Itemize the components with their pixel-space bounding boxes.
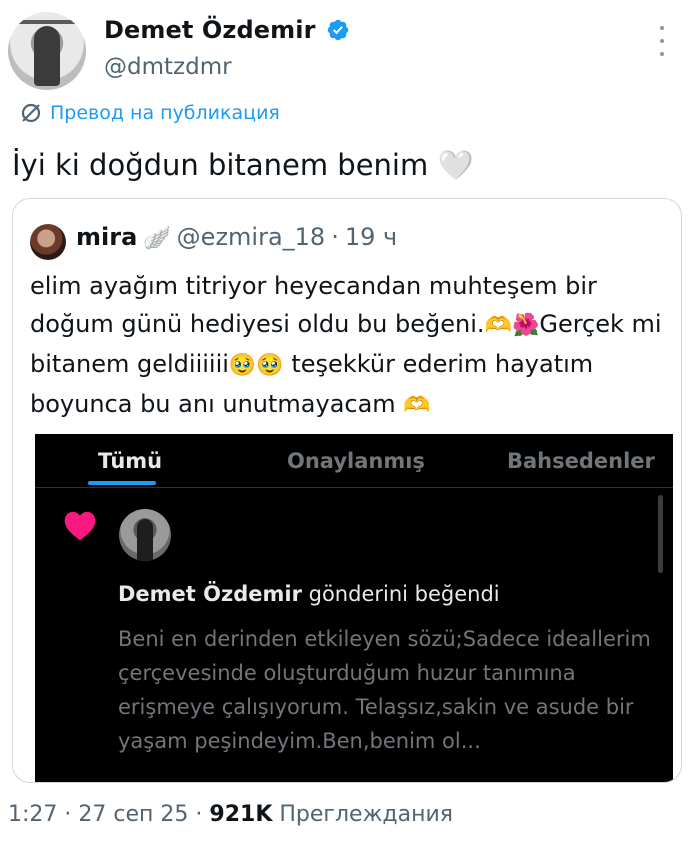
white-heart-emoji: 🤍 xyxy=(437,148,474,182)
quoted-tweet[interactable]: mira 🪽 @ezmira_18 · 19 ч elim ayağım tit… xyxy=(12,198,682,783)
tweet-text-content: İyi ki doğdun bitanem benim xyxy=(12,148,429,182)
translate-link[interactable]: Превод на публикация xyxy=(20,102,280,124)
quoted-author-handle: @ezmira_18 xyxy=(176,223,326,251)
tweet-time[interactable]: 1:27 xyxy=(8,802,57,827)
author-avatar[interactable] xyxy=(8,12,86,90)
avatar-figure xyxy=(34,26,60,86)
notification-tabs: Tümü Onaylanmış Bahsedenler xyxy=(35,434,673,488)
avatar-background-bar xyxy=(8,20,86,24)
notification-action: gönderini beğendi xyxy=(308,582,500,606)
separator-dot: · xyxy=(64,802,72,827)
tweet-date[interactable]: 27 сеп 25 xyxy=(78,802,188,827)
active-tab-indicator xyxy=(88,481,156,485)
more-dot xyxy=(660,26,664,30)
tweet-text: İyi ki doğdun bitanem benim 🤍 xyxy=(12,145,474,185)
author-name-row: Demet Özdemir xyxy=(104,16,350,44)
notification-avatar xyxy=(119,509,171,561)
notification-user-name: Demet Özdemir xyxy=(118,582,302,606)
separator-dot: · xyxy=(195,802,203,827)
more-dot xyxy=(660,39,664,43)
pleading-face-emoji: 🥹 xyxy=(256,353,284,378)
heart-icon xyxy=(64,511,96,541)
tab-mentions: Bahsedenler xyxy=(507,449,655,473)
heart-hands-emoji: 🫶 xyxy=(403,393,431,418)
verified-badge-icon[interactable] xyxy=(326,18,350,42)
quoted-tweet-time: 19 ч xyxy=(344,223,398,251)
quoted-tweet-text: elim ayağım titriyor heyecandan muhteşem… xyxy=(30,267,680,425)
scrollbar xyxy=(658,495,663,573)
author-name[interactable]: Demet Özdemir xyxy=(104,16,316,44)
tab-verified: Onaylanmış xyxy=(287,449,425,473)
views-label: Преглеждания xyxy=(279,802,454,827)
quoted-author-name: mira xyxy=(76,223,138,251)
pleading-face-emoji: 🥹 xyxy=(228,353,257,378)
tweet-meta: 1:27 · 27 сеп 25 · 921K Преглеждания xyxy=(8,802,453,827)
avatar-figure xyxy=(137,519,153,561)
tab-all: Tümü xyxy=(98,449,163,473)
heart-hands-emoji: 🫶 xyxy=(484,313,512,338)
notification-headline: Demet Özdemir gönderini beğendi xyxy=(118,582,500,606)
quoted-tweet-header: mira 🪽 @ezmira_18 · 19 ч xyxy=(76,223,397,251)
separator-dot: · xyxy=(331,223,339,251)
translate-icon xyxy=(21,103,41,123)
embedded-notification-screenshot: Tümü Onaylanmış Bahsedenler Demet Özdemi… xyxy=(35,434,673,782)
hibiscus-emoji: 🌺 xyxy=(511,313,540,338)
quoted-author-avatar xyxy=(30,224,66,260)
views-count: 921K xyxy=(209,802,273,827)
more-dot xyxy=(660,52,664,56)
author-handle[interactable]: @dmtzdmr xyxy=(104,54,232,80)
wing-emoji: 🪽 xyxy=(143,226,171,251)
notification-preview-text: Beni en derinden etkileyen sözü;Sadece i… xyxy=(118,627,651,753)
more-options-icon[interactable] xyxy=(656,26,668,56)
translate-label: Превод на публикация xyxy=(50,102,280,124)
